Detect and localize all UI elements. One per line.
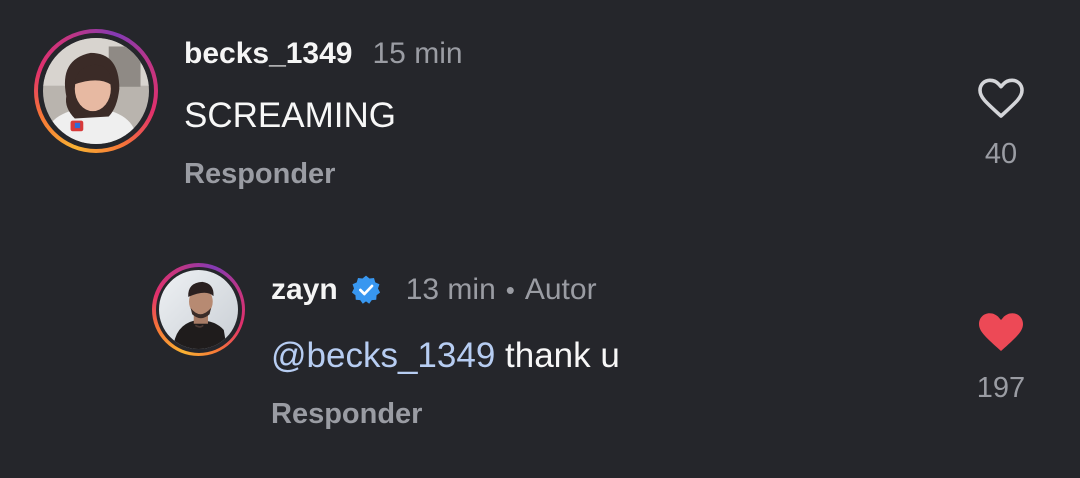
comment-text: @becks_1349 thank u	[271, 336, 620, 376]
avatar-story-ring[interactable]	[152, 263, 245, 356]
heart-filled-icon[interactable]	[977, 310, 1025, 354]
reply-button[interactable]: Responder	[271, 398, 422, 431]
avatar-gap	[155, 266, 242, 353]
avatar-story-ring[interactable]	[34, 29, 158, 153]
comment-text: SCREAMING	[184, 96, 396, 136]
separator-dot: •	[505, 274, 515, 305]
heart-outline-icon[interactable]	[977, 76, 1025, 120]
username[interactable]: zayn	[271, 273, 338, 307]
comment-header: becks_1349 15 min	[184, 34, 463, 74]
like-count: 40	[984, 138, 1018, 170]
comment-item: becks_1349 15 min SCREAMING Responder 40	[0, 0, 1080, 230]
comment-body: thank u	[495, 336, 620, 375]
reply-button[interactable]: Responder	[184, 158, 335, 191]
comment-header: zayn 13 min • Autor	[271, 270, 597, 310]
mention-link[interactable]: @becks_1349	[271, 336, 495, 375]
timestamp: 13 min	[405, 273, 496, 306]
verified-badge-icon	[351, 275, 380, 304]
username[interactable]: becks_1349	[184, 37, 353, 71]
reply-comment-item: zayn 13 min • Autor @becks_1349 thank u …	[0, 230, 1080, 478]
like-count: 197	[976, 372, 1026, 404]
timestamp: 15 min	[372, 37, 463, 70]
avatar-gap	[38, 33, 154, 149]
avatar	[159, 270, 238, 349]
comment-body: SCREAMING	[184, 96, 396, 135]
author-label: Autor	[524, 273, 597, 306]
avatar	[43, 38, 149, 144]
